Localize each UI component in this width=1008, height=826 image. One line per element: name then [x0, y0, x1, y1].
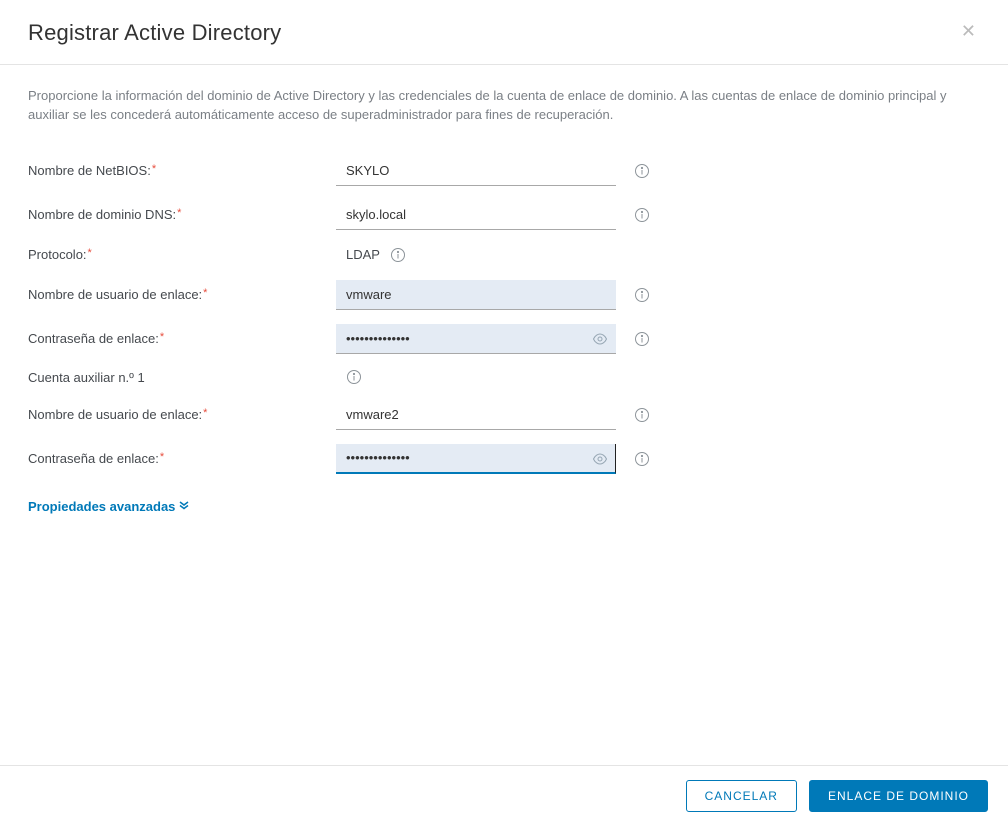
- required-indicator: *: [88, 247, 92, 259]
- dialog-header: Registrar Active Directory ✕: [0, 0, 1008, 65]
- close-icon[interactable]: ✕: [957, 20, 980, 42]
- required-indicator: *: [203, 407, 207, 419]
- row-bind-user: Nombre de usuario de enlace:*: [28, 273, 980, 317]
- bind-user2-input[interactable]: [336, 400, 616, 430]
- dialog-title: Registrar Active Directory: [28, 20, 281, 46]
- info-icon[interactable]: [634, 331, 650, 347]
- cancel-button[interactable]: CANCELAR: [686, 780, 797, 812]
- row-bind-user2: Nombre de usuario de enlace:*: [28, 393, 980, 437]
- row-dns: Nombre de dominio DNS:*: [28, 193, 980, 237]
- bind-user-input[interactable]: [336, 280, 616, 310]
- dialog-body: Proporcione la información del dominio d…: [0, 65, 1008, 526]
- label-dns: Nombre de dominio DNS:*: [28, 207, 336, 222]
- label-bind-user: Nombre de usuario de enlace:*: [28, 287, 336, 302]
- label-netbios: Nombre de NetBIOS:*: [28, 163, 336, 178]
- row-netbios: Nombre de NetBIOS:*: [28, 149, 980, 193]
- required-indicator: *: [203, 287, 207, 299]
- protocol-value: LDAP: [336, 241, 616, 269]
- info-icon[interactable]: [346, 369, 362, 385]
- dns-input[interactable]: [336, 200, 616, 230]
- row-protocol: Protocolo:* LDAP: [28, 237, 980, 273]
- reveal-password-icon[interactable]: [592, 451, 608, 467]
- label-bind-pass: Contraseña de enlace:*: [28, 331, 336, 346]
- info-icon[interactable]: [634, 287, 650, 303]
- row-aux-heading: Cuenta auxiliar n.º 1: [28, 361, 980, 393]
- bind-password-input[interactable]: [336, 324, 616, 354]
- info-icon[interactable]: [634, 207, 650, 223]
- reveal-password-icon[interactable]: [592, 331, 608, 347]
- submit-button[interactable]: ENLACE DE DOMINIO: [809, 780, 988, 812]
- advanced-properties-toggle[interactable]: Propiedades avanzadas: [28, 499, 189, 514]
- required-indicator: *: [160, 451, 164, 463]
- aux-account-heading: Cuenta auxiliar n.º 1: [28, 370, 336, 385]
- required-indicator: *: [177, 207, 181, 219]
- info-icon[interactable]: [634, 451, 650, 467]
- dialog-footer: CANCELAR ENLACE DE DOMINIO: [0, 765, 1008, 826]
- bind-password2-input[interactable]: [336, 444, 616, 474]
- info-icon[interactable]: [390, 247, 406, 263]
- netbios-input[interactable]: [336, 156, 616, 186]
- label-protocol: Protocolo:*: [28, 247, 336, 262]
- dialog-description: Proporcione la información del dominio d…: [28, 87, 980, 125]
- info-icon[interactable]: [634, 407, 650, 423]
- label-bind-pass2: Contraseña de enlace:*: [28, 451, 336, 466]
- chevron-down-icon: [179, 500, 189, 513]
- required-indicator: *: [160, 331, 164, 343]
- row-bind-pass: Contraseña de enlace:*: [28, 317, 980, 361]
- row-bind-pass2: Contraseña de enlace:*: [28, 437, 980, 481]
- info-icon[interactable]: [634, 163, 650, 179]
- label-bind-user2: Nombre de usuario de enlace:*: [28, 407, 336, 422]
- required-indicator: *: [152, 163, 156, 175]
